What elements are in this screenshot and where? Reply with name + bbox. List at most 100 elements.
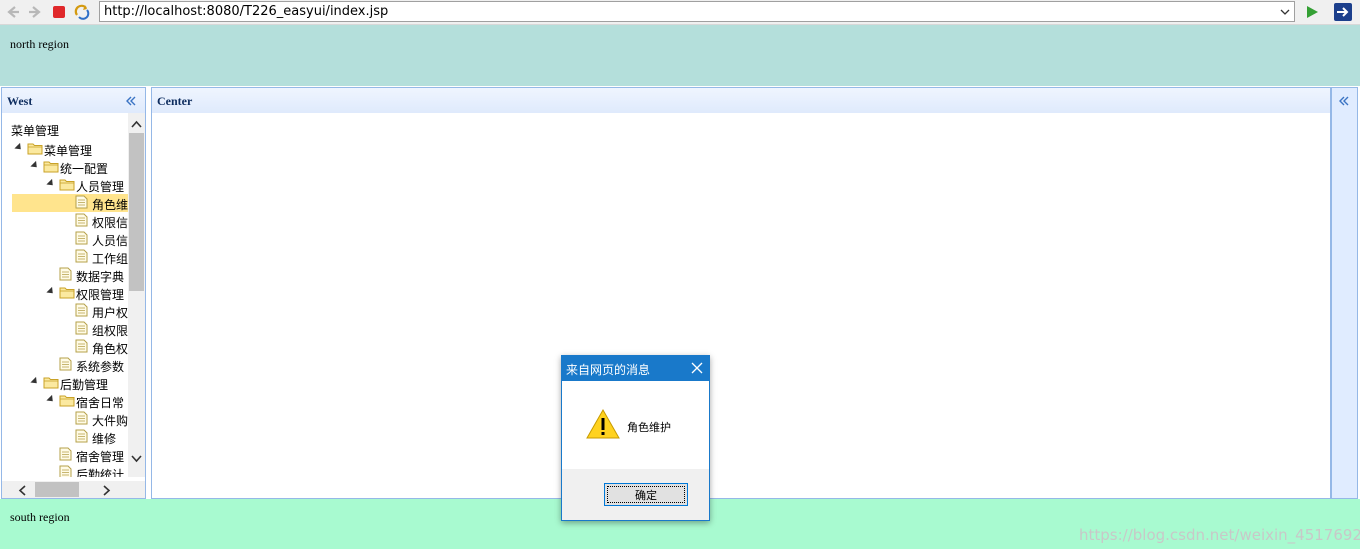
tree-node-label: 后勤统计: [76, 468, 125, 477]
center-panel: Center: [151, 87, 1331, 499]
forward-arrow-icon[interactable]: [26, 3, 44, 21]
west-panel: West 菜单管理 菜单管理统一配置人员管理 角色维权限信人员信 工作组数据字典权限…: [1, 87, 146, 499]
tree-file-node[interactable]: 人员信: [12, 230, 129, 248]
tree-node-label: 大件购: [92, 414, 129, 428]
go-icon[interactable]: [1303, 3, 1321, 21]
tree-folder-node[interactable]: 权限管理: [12, 284, 129, 302]
tree-node-label: 维修: [92, 432, 117, 446]
file-icon: [75, 303, 91, 317]
west-panel-header: West: [1, 87, 146, 114]
tree-file-node[interactable]: 宿舍管理: [12, 446, 129, 464]
tree-expand-icon[interactable]: [30, 376, 40, 387]
watermark: https://blog.csdn.net/weixin_45176922: [1079, 526, 1360, 544]
tree-expand-icon[interactable]: [46, 286, 56, 297]
tree-node-label: 菜单管理: [44, 144, 93, 158]
address-bar[interactable]: http://localhost:8080/T226_easyui/index.…: [99, 1, 1295, 22]
address-url[interactable]: http://localhost:8080/T226_easyui/index.…: [104, 4, 388, 19]
tree-node-label: 人员管理: [76, 180, 125, 194]
file-icon: [75, 429, 91, 443]
file-icon: [75, 321, 91, 335]
tree-node-label: 组权限: [92, 324, 129, 338]
tree-expand-icon[interactable]: [46, 178, 56, 189]
horizontal-scroll-thumb[interactable]: [35, 482, 79, 497]
tree-file-node[interactable]: 角色维: [12, 194, 129, 212]
vertical-scrollbar[interactable]: [128, 113, 145, 477]
scroll-up-icon[interactable]: [131, 117, 142, 131]
tree-node-label: 数据字典: [76, 270, 125, 284]
tree-expand-icon[interactable]: [30, 160, 40, 171]
tree-file-node[interactable]: 角色权: [12, 338, 129, 356]
tree-node-label: 系统参数: [76, 360, 125, 374]
file-icon: [75, 339, 91, 353]
refresh-icon[interactable]: [73, 3, 91, 21]
file-icon: [75, 231, 91, 245]
tree-file-node[interactable]: 大件购: [12, 410, 129, 428]
stop-icon[interactable]: [50, 3, 68, 21]
tree-node-label: 宿舍管理: [76, 450, 125, 464]
tree-file-node[interactable]: 系统参数: [12, 356, 129, 374]
center-panel-header: Center: [151, 87, 1331, 114]
tree-file-node[interactable]: 维修: [12, 428, 129, 446]
tree-folder-node[interactable]: 人员管理: [12, 176, 129, 194]
menu-tree: 菜单管理 菜单管理统一配置人员管理 角色维权限信人员信 工作组数据字典权限管理用户权…: [2, 113, 129, 477]
tree-expand-icon[interactable]: [14, 142, 24, 153]
back-arrow-icon[interactable]: [4, 3, 22, 21]
tree-node-label: 人员信: [92, 234, 129, 248]
folder-open-icon: [59, 177, 75, 191]
tree-file-node[interactable]: 用户权: [12, 302, 129, 320]
horizontal-scrollbar[interactable]: [2, 481, 145, 498]
south-region-text: south region: [10, 510, 70, 524]
dialog-titlebar: 来自网页的消息: [562, 356, 709, 381]
collapse-left-icon[interactable]: [124, 94, 138, 108]
tree-file-node[interactable]: 工作组: [12, 248, 129, 266]
tree-folder-node[interactable]: 统一配置: [12, 158, 129, 176]
folder-open-icon: [27, 141, 43, 155]
tree-file-node[interactable]: 数据字典: [12, 266, 129, 284]
dialog-footer: 确定: [562, 469, 709, 520]
tree-folder-node[interactable]: 宿舍日常: [12, 392, 129, 410]
north-region-text: north region: [10, 37, 69, 51]
tree-folder-node[interactable]: 菜单管理: [12, 140, 129, 158]
file-icon: [59, 267, 75, 281]
vertical-scroll-thumb[interactable]: [129, 133, 144, 291]
dialog-message: 角色维护: [627, 421, 671, 434]
scroll-right-icon[interactable]: [103, 485, 111, 498]
file-icon: [59, 465, 75, 477]
tree-node-label: 权限管理: [76, 288, 125, 302]
west-panel-title: West: [7, 94, 33, 108]
tree-file-node[interactable]: 后勤统计: [12, 464, 129, 477]
tree-folder-node[interactable]: 后勤管理: [12, 374, 129, 392]
folder-open-icon: [43, 159, 59, 173]
ie-icon[interactable]: [1334, 3, 1352, 21]
tree-node-label: 统一配置: [60, 162, 109, 176]
folder-open-icon: [59, 393, 75, 407]
tree-file-node[interactable]: 权限信: [12, 212, 129, 230]
tree-node-label: 后勤管理: [60, 378, 109, 392]
expand-left-icon[interactable]: [1338, 95, 1350, 109]
alert-dialog: 来自网页的消息 角色维护 确定: [561, 355, 710, 521]
browser-toolbar: http://localhost:8080/T226_easyui/index.…: [0, 0, 1360, 25]
tree-node-label: 用户权: [92, 306, 129, 320]
dialog-title: 来自网页的消息: [566, 363, 651, 377]
center-panel-body: [151, 113, 1331, 499]
scroll-left-icon[interactable]: [18, 485, 26, 498]
tree-expand-icon[interactable]: [46, 394, 56, 405]
tree-node-label: 宿舍日常: [76, 396, 125, 410]
tree-node-label: 角色权: [92, 342, 129, 356]
file-icon: [75, 195, 91, 209]
file-icon: [75, 249, 91, 263]
chevron-down-icon[interactable]: [1278, 4, 1292, 19]
file-icon: [59, 447, 75, 461]
tree-root-label: 菜单管理: [11, 124, 60, 138]
east-panel-collapsed[interactable]: [1331, 87, 1358, 499]
file-icon: [59, 357, 75, 371]
center-panel-title: Center: [157, 94, 193, 108]
close-icon[interactable]: [691, 362, 703, 374]
scroll-down-icon[interactable]: [131, 452, 142, 466]
tree-file-node[interactable]: 组权限: [12, 320, 129, 338]
folder-open-icon: [43, 375, 59, 389]
tree-node-label: 权限信: [92, 216, 129, 230]
file-icon: [75, 411, 91, 425]
ok-button[interactable]: 确定: [604, 483, 688, 506]
north-region: north region: [0, 25, 1360, 86]
